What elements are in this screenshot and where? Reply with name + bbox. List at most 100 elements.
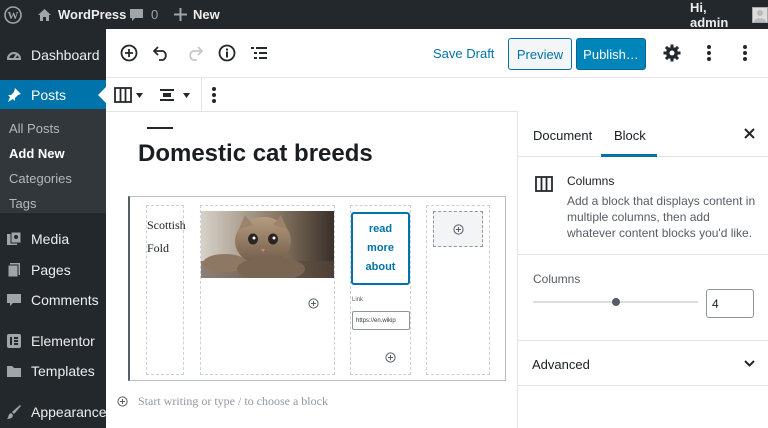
plus-circle-icon <box>385 352 396 363</box>
column-3[interactable]: read more about Link https://en.wikip <box>350 205 411 375</box>
submenu-tags[interactable]: Tags <box>9 196 36 211</box>
close-panel-button[interactable] <box>744 128 755 139</box>
sidebar-item-elementor[interactable]: Elementor <box>0 326 106 356</box>
publish-button[interactable]: Publish… <box>576 38 646 70</box>
comment-bubble-icon <box>129 8 144 22</box>
link-label: Link <box>352 297 364 303</box>
save-draft-button[interactable]: Save Draft <box>433 46 494 61</box>
sidebar-label-dashboard: Dashboard <box>31 47 100 63</box>
chevron-down-icon <box>136 92 143 98</box>
align-center-icon <box>159 87 175 103</box>
button-text-line: read <box>368 223 393 235</box>
read-more-button[interactable]: read more about <box>351 212 410 285</box>
column-text-line: Fold <box>147 241 170 255</box>
home-icon <box>37 8 52 22</box>
advanced-panel-toggle[interactable]: Advanced <box>518 341 768 386</box>
columns-number-input[interactable]: 4 <box>706 289 754 318</box>
tab-document[interactable]: Document <box>533 128 592 143</box>
sidebar-item-pages[interactable]: Pages <box>0 255 106 285</box>
sidebar-item-templates[interactable]: Templates <box>0 356 106 386</box>
redo-icon <box>185 45 203 61</box>
undo-icon <box>153 45 171 61</box>
sidebar-label-posts: Posts <box>31 87 67 103</box>
sidebar-item-posts[interactable]: Posts <box>0 80 106 110</box>
column-appender-button[interactable] <box>385 352 396 363</box>
columns-slider[interactable] <box>533 296 698 308</box>
comments-count: 0 <box>151 7 159 22</box>
block-card: Columns Add a block that displays conten… <box>518 157 768 255</box>
sidebar-item-media[interactable]: Media <box>0 224 106 254</box>
column-4[interactable] <box>426 205 490 375</box>
list-view-icon <box>251 45 267 61</box>
more-vertical-icon <box>742 44 748 62</box>
svg-text:W: W <box>8 10 19 22</box>
columns-icon <box>114 87 132 103</box>
sidebar-item-dashboard[interactable]: Dashboard <box>0 40 106 70</box>
comments-link[interactable]: 0 <box>129 0 158 29</box>
wordpress-logo-icon[interactable]: W <box>4 0 22 29</box>
block-options-button[interactable] <box>211 86 217 104</box>
current-arrow-icon <box>98 87 106 103</box>
submenu-all-posts[interactable]: All Posts <box>9 121 60 136</box>
sidebar-item-appearance[interactable]: Appearance <box>0 397 107 427</box>
plugin-more-button[interactable] <box>706 44 712 62</box>
new-label: New <box>193 7 220 22</box>
sidebar-item-comments[interactable]: Comments <box>0 285 106 315</box>
content-info-button[interactable] <box>218 44 236 62</box>
greeting: Hi, admin <box>690 0 729 30</box>
account-menu[interactable]: Hi, admin <box>690 0 768 30</box>
toolbar-divider <box>201 78 202 111</box>
elementor-icon <box>6 333 22 349</box>
columns-icon <box>535 176 553 192</box>
submenu-categories[interactable]: Categories <box>9 171 72 186</box>
dashboard-icon <box>6 47 22 63</box>
block-card-title: Columns <box>567 174 615 188</box>
more-vertical-icon <box>706 44 712 62</box>
column-text-line: Scottish <box>147 218 186 232</box>
new-content-link[interactable]: New <box>174 0 220 29</box>
admin-sidebar: Dashboard Posts All Posts Add New Catego… <box>0 29 107 428</box>
pin-icon <box>6 87 22 103</box>
column-text[interactable]: Scottish Fold <box>147 214 186 260</box>
panel-tabs: Document Block <box>518 112 768 157</box>
preview-button[interactable]: Preview <box>508 38 572 70</box>
sidebar-label-appearance: Appearance <box>31 404 107 420</box>
sidebar-label-templates: Templates <box>31 363 95 379</box>
editor-header: Save Draft Preview Publish… <box>106 29 768 78</box>
redo-button[interactable] <box>185 45 203 61</box>
columns-block[interactable]: Scottish Fold read more about Link https… <box>128 196 506 381</box>
block-navigation-button[interactable] <box>251 45 267 61</box>
columns-label: Columns <box>533 272 581 286</box>
undo-button[interactable] <box>153 45 171 61</box>
column-appender-button[interactable] <box>308 298 319 309</box>
cat-image[interactable] <box>201 211 334 278</box>
settings-button[interactable] <box>663 44 681 62</box>
appender-placeholder: Start writing or type / to choose a bloc… <box>138 394 328 408</box>
add-block-button[interactable] <box>120 44 138 62</box>
default-block-appender[interactable]: Start writing or type / to choose a bloc… <box>117 394 328 409</box>
block-appender-button[interactable] <box>433 211 483 247</box>
button-text-line: about <box>365 261 396 273</box>
sidebar-label-pages: Pages <box>31 262 71 278</box>
sidebar-label-comments: Comments <box>31 292 99 308</box>
title-separator <box>147 127 173 129</box>
more-tools-button[interactable] <box>742 44 748 62</box>
sidebar-label-media: Media <box>31 231 70 247</box>
chevron-down-icon <box>183 92 190 98</box>
block-type-switcher[interactable] <box>114 87 143 103</box>
advanced-label: Advanced <box>532 357 590 372</box>
column-2[interactable] <box>200 205 335 375</box>
submenu-add-new[interactable]: Add New <box>9 146 65 161</box>
post-title[interactable]: Domestic cat breeds <box>138 140 373 168</box>
media-icon <box>6 231 22 247</box>
column-1[interactable]: Scottish Fold <box>146 205 186 375</box>
slider-thumb[interactable] <box>611 298 620 306</box>
tab-block[interactable]: Block <box>601 112 657 157</box>
link-url-input[interactable]: https://en.wikip <box>352 311 410 330</box>
gear-icon <box>663 44 681 62</box>
vertical-alignment-button[interactable] <box>159 87 190 103</box>
plus-icon <box>174 8 187 21</box>
plus-circle-icon <box>117 396 128 407</box>
button-text-line: more <box>367 242 394 254</box>
site-name-link[interactable]: WordPress <box>37 0 126 29</box>
